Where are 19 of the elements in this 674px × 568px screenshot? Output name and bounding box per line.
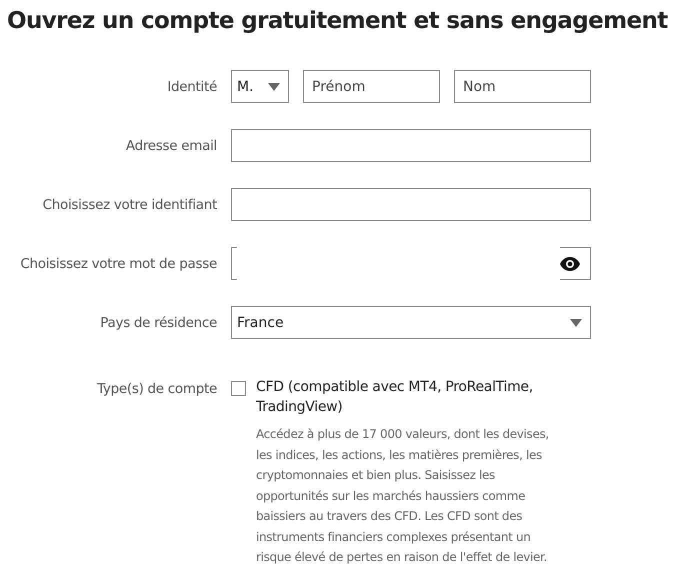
country-dropdown[interactable]: France	[231, 306, 591, 339]
caret-icon	[570, 318, 582, 326]
checkbox-label: CFD (compatible avec MT4, ProRealTime, TradingView)	[256, 378, 534, 417]
field-label: Identité	[166, 78, 217, 94]
input-field[interactable]: Prénom	[303, 70, 440, 103]
field-label: Pays de résidence	[99, 314, 217, 330]
page-title: Ouvrez un compte gratuitement et sans engagement	[7, 7, 669, 36]
option-description: Accédez à plus de 17 000 valeurs, dont les devises, les indices, les actions, les matières premières, les cryptomonnaies et bien plus. Saisissez les opportunités sur les marchés haussiers comme baissiers au travers des CFD. Les CFD sont des instruments financiers complexes présentant un risque élevé de pertes en raison de l'effet de levier.	[256, 426, 550, 566]
field-label: Choisissez votre identifiant	[42, 196, 217, 212]
field-label: Type(s) de compte	[96, 380, 217, 397]
civility-dropdown[interactable]: M.	[231, 70, 289, 103]
caret-icon	[268, 82, 280, 90]
show-password-icon[interactable]	[560, 256, 580, 270]
field-label: Choisissez votre mot de passe	[19, 256, 217, 272]
field-label: Adresse email	[124, 138, 217, 154]
input-field[interactable]	[231, 188, 591, 221]
checkbox[interactable]	[231, 381, 246, 396]
input-field[interactable]	[231, 129, 591, 162]
input-field[interactable]: Nom	[454, 70, 591, 103]
